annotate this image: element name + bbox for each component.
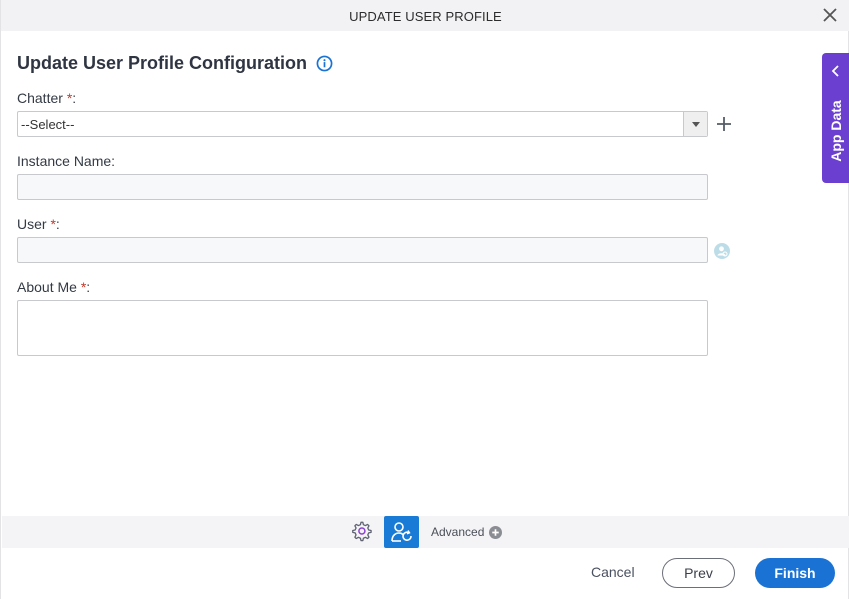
app-data-label: App Data [828,100,844,162]
chevron-down-icon[interactable] [683,112,707,136]
update-user-profile-dialog: UPDATE USER PROFILE Update User Profile … [0,0,849,599]
dialog-titlebar: UPDATE USER PROFILE [1,0,849,31]
chatter-select-value: --Select-- [21,117,75,132]
chatter-label-text: Chatter [17,90,63,106]
instance-name-label: Instance Name: [17,153,116,169]
info-icon[interactable] [316,55,333,72]
plus-circle-icon [489,525,503,539]
label-suffix: : [86,279,91,295]
gear-icon[interactable] [350,520,372,542]
instance-name-input[interactable] [17,174,708,200]
user-input[interactable] [17,237,708,263]
chatter-select[interactable]: --Select-- [17,111,708,137]
advanced-toggle[interactable]: Advanced [431,525,503,539]
label-suffix: : [72,90,77,106]
page-title: Update User Profile Configuration [17,53,333,74]
label-suffix: : [55,216,60,232]
user-label-text: User [17,216,47,232]
user-picker-icon[interactable] [714,243,730,259]
user-refresh-icon [391,522,412,542]
user-label: User *: [17,216,60,232]
finish-button[interactable]: Finish [755,558,835,588]
about-me-label-text: About Me [17,279,77,295]
bottom-toolbar [2,516,849,548]
chatter-label: Chatter *: [17,90,76,106]
advanced-label: Advanced [431,525,485,539]
about-me-label: About Me *: [17,279,90,295]
add-chatter-icon[interactable] [715,115,733,133]
close-icon[interactable] [822,7,838,23]
chevron-left-icon [831,65,839,77]
user-action-button[interactable] [384,516,419,548]
app-data-panel-toggle[interactable]: App Data [822,53,849,183]
prev-button[interactable]: Prev [662,558,735,588]
cancel-button[interactable]: Cancel [591,564,635,580]
page-title-text: Update User Profile Configuration [17,53,308,73]
dialog-title: UPDATE USER PROFILE [349,9,502,24]
about-me-textarea[interactable] [17,300,708,356]
